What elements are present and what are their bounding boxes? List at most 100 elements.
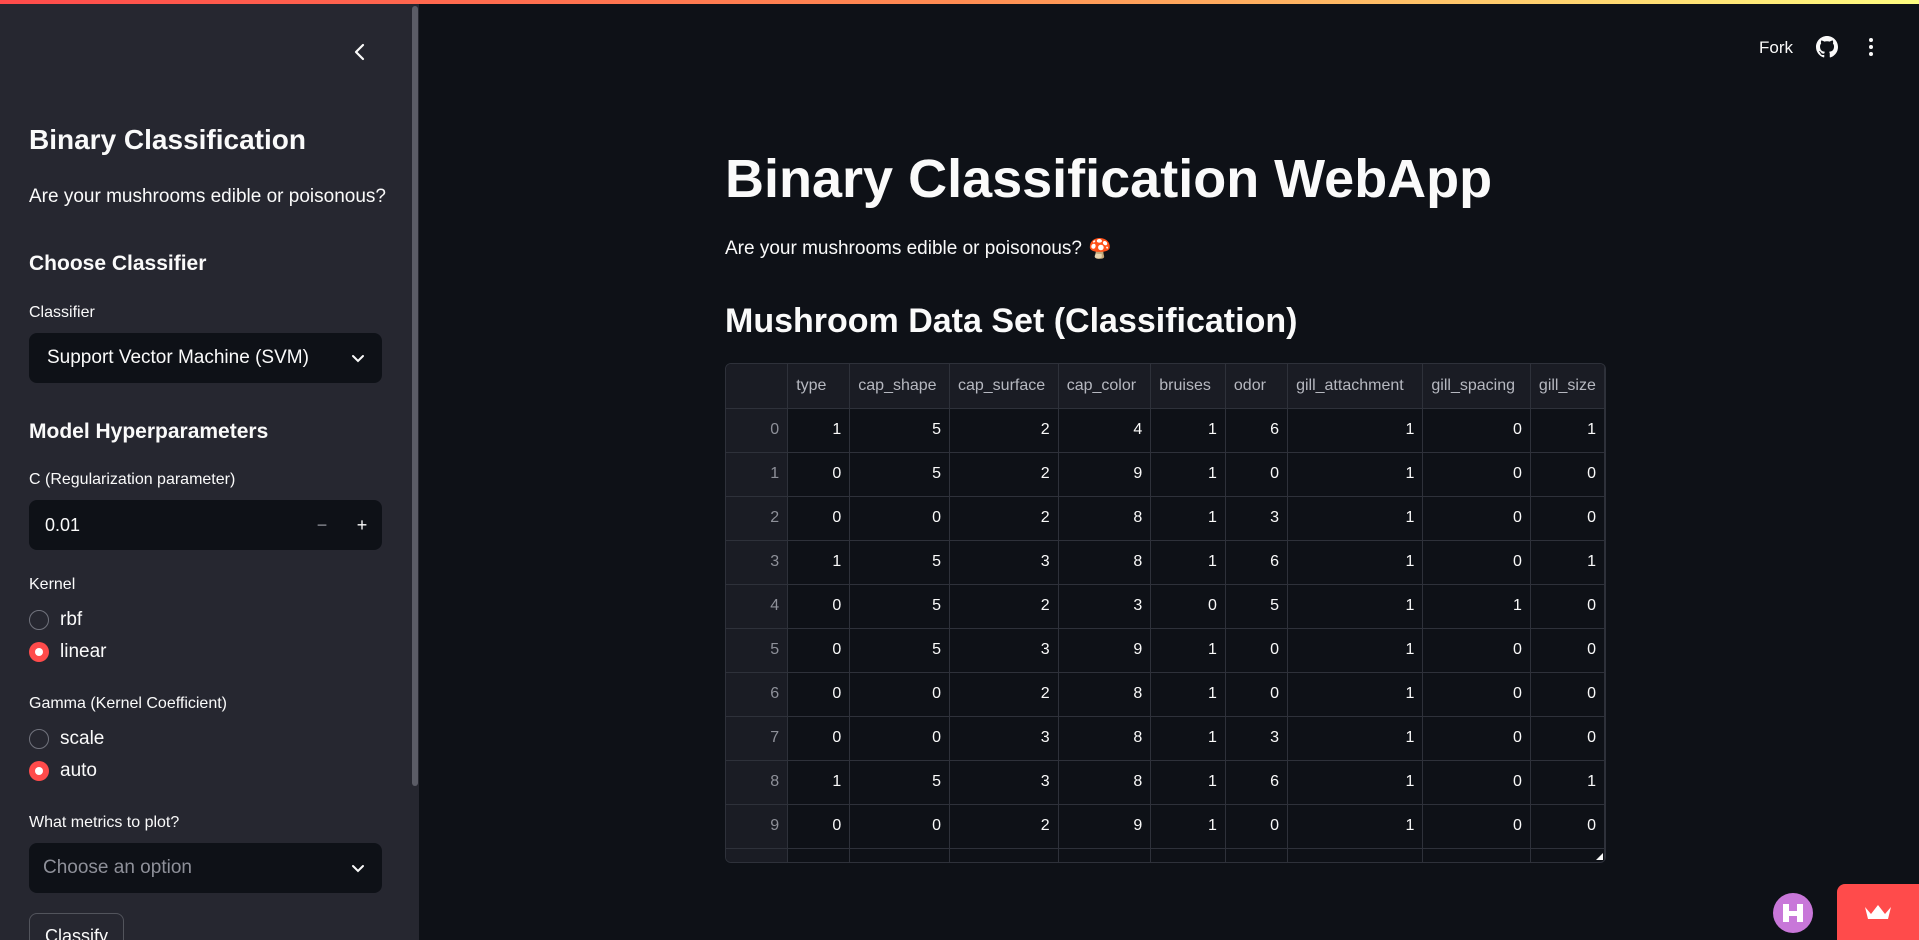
table-cell[interactable]: 0 xyxy=(787,584,851,629)
table-cell[interactable]: 0 xyxy=(849,716,950,761)
row-index[interactable]: 0 xyxy=(726,408,789,453)
table-cell[interactable]: 1 xyxy=(1150,452,1226,497)
row-index[interactable]: 8 xyxy=(726,760,789,805)
table-cell[interactable]: 1 xyxy=(1530,760,1605,805)
table-cell[interactable]: 1 xyxy=(1150,672,1226,717)
table-cell[interactable]: 1 xyxy=(787,408,851,453)
table-cell[interactable]: 2 xyxy=(949,452,1059,497)
table-cell[interactable]: 5 xyxy=(849,628,950,673)
table-row[interactable]: 7003813100 xyxy=(726,716,1605,761)
table-cell[interactable]: 3 xyxy=(949,716,1059,761)
table-cell[interactable]: 2 xyxy=(949,496,1059,541)
table-cell[interactable]: 6 xyxy=(1225,408,1289,453)
table-cell[interactable]: 8 xyxy=(1058,716,1152,761)
table-cell[interactable]: 5 xyxy=(849,584,950,629)
table-cell[interactable]: 0 xyxy=(1422,496,1531,541)
table-cell[interactable]: 1 xyxy=(1287,672,1424,717)
increment-button[interactable]: + xyxy=(342,500,382,550)
column-header[interactable]: gill_size xyxy=(1530,364,1605,409)
table-cell[interactable]: 1 xyxy=(1150,496,1226,541)
table-cell[interactable]: 1 xyxy=(1287,760,1424,805)
table-cell[interactable]: 1 xyxy=(1150,716,1226,761)
column-header[interactable]: gill_spacing xyxy=(1422,364,1531,409)
table-cell[interactable]: 3 xyxy=(949,760,1059,805)
table-cell[interactable]: 5 xyxy=(1225,584,1289,629)
table-cell[interactable]: 0 xyxy=(1422,540,1531,585)
table-cell[interactable]: 1 xyxy=(1150,408,1226,453)
table-row[interactable]: 2002813100 xyxy=(726,496,1605,541)
column-header[interactable]: cap_shape xyxy=(849,364,950,409)
row-index[interactable]: 9 xyxy=(726,804,789,849)
table-row[interactable]: 0152416101 xyxy=(726,408,1605,453)
gamma-radio-scale[interactable]: scale xyxy=(29,728,104,750)
table-cell[interactable]: 0 xyxy=(787,672,851,717)
row-index[interactable]: 2 xyxy=(726,496,789,541)
table-cell[interactable]: 8 xyxy=(1058,496,1152,541)
table-cell[interactable]: 0 xyxy=(787,628,851,673)
table-cell[interactable]: 1 xyxy=(1287,584,1424,629)
table-row[interactable]: 9002910100 xyxy=(726,804,1605,849)
github-icon[interactable] xyxy=(1816,36,1838,58)
row-index[interactable]: 6 xyxy=(726,672,789,717)
gamma-radio-auto[interactable]: auto xyxy=(29,760,97,782)
row-index[interactable]: 4 xyxy=(726,584,789,629)
table-cell[interactable]: 8 xyxy=(1058,672,1152,717)
table-cell[interactable]: 1 xyxy=(787,760,851,805)
row-index[interactable]: 3 xyxy=(726,540,789,585)
table-cell[interactable]: 6 xyxy=(1225,760,1289,805)
table-cell[interactable]: 3 xyxy=(1225,496,1289,541)
table-cell[interactable]: 1 xyxy=(1150,540,1226,585)
c-param-value[interactable]: 0.01 xyxy=(29,515,302,536)
table-cell[interactable]: 1 xyxy=(1530,408,1605,453)
table-cell[interactable]: 5 xyxy=(849,760,950,805)
table-cell[interactable]: 1 xyxy=(1150,760,1226,805)
table-cell[interactable]: 1 xyxy=(1287,716,1424,761)
table-cell[interactable]: 8 xyxy=(1058,760,1152,805)
collapse-sidebar-button[interactable] xyxy=(346,38,374,66)
table-cell[interactable]: 0 xyxy=(1530,452,1605,497)
column-header[interactable]: odor xyxy=(1225,364,1289,409)
table-cell[interactable]: 9 xyxy=(1058,628,1152,673)
table-cell[interactable]: 3 xyxy=(949,628,1059,673)
table-cell[interactable]: 1 xyxy=(1287,804,1424,849)
table-cell[interactable]: 0 xyxy=(1530,628,1605,673)
table-cell[interactable]: 1 xyxy=(1287,540,1424,585)
table-row[interactable]: 4052305110 xyxy=(726,584,1605,629)
table-row[interactable]: 3153816101 xyxy=(726,540,1605,585)
index-header[interactable] xyxy=(726,364,789,409)
table-cell[interactable]: 0 xyxy=(1530,496,1605,541)
row-index[interactable]: 1 xyxy=(726,452,789,497)
table-cell[interactable]: 0 xyxy=(1422,408,1531,453)
decrement-button[interactable]: − xyxy=(302,500,342,550)
table-cell[interactable]: 1 xyxy=(1287,408,1424,453)
row-index[interactable]: 7 xyxy=(726,716,789,761)
table-cell[interactable]: 0 xyxy=(849,496,950,541)
table-cell[interactable]: 1 xyxy=(1530,540,1605,585)
table-row[interactable]: 5053910100 xyxy=(726,628,1605,673)
classifier-select[interactable]: Support Vector Machine (SVM) xyxy=(29,333,382,383)
table-cell[interactable]: 2 xyxy=(949,408,1059,453)
table-cell[interactable]: 1 xyxy=(1287,496,1424,541)
table-cell[interactable]: 9 xyxy=(1058,452,1152,497)
table-cell[interactable]: 1 xyxy=(787,540,851,585)
table-cell[interactable]: 0 xyxy=(1530,672,1605,717)
streamlit-badge-button[interactable] xyxy=(1837,884,1919,940)
table-cell[interactable]: 1 xyxy=(1287,628,1424,673)
column-header[interactable]: bruises xyxy=(1150,364,1226,409)
table-cell[interactable]: 2 xyxy=(949,804,1059,849)
table-cell[interactable]: 8 xyxy=(1058,540,1152,585)
table-cell[interactable]: 5 xyxy=(849,540,950,585)
table-cell[interactable]: 1 xyxy=(1150,628,1226,673)
dataframe[interactable]: type cap_shape cap_surface cap_color bruises… xyxy=(725,363,1606,863)
table-cell[interactable]: 0 xyxy=(1422,804,1531,849)
resize-handle[interactable] xyxy=(1596,853,1603,860)
table-cell[interactable]: 0 xyxy=(849,804,950,849)
table-cell[interactable]: 0 xyxy=(1225,628,1289,673)
table-cell[interactable]: 0 xyxy=(1422,760,1531,805)
column-header[interactable]: gill_attachment xyxy=(1287,364,1424,409)
table-cell[interactable]: 1 xyxy=(1422,584,1531,629)
table-cell[interactable]: 2 xyxy=(949,584,1059,629)
table-cell[interactable]: 0 xyxy=(1530,584,1605,629)
table-cell[interactable]: 6 xyxy=(1225,540,1289,585)
table-cell[interactable]: 3 xyxy=(1225,716,1289,761)
